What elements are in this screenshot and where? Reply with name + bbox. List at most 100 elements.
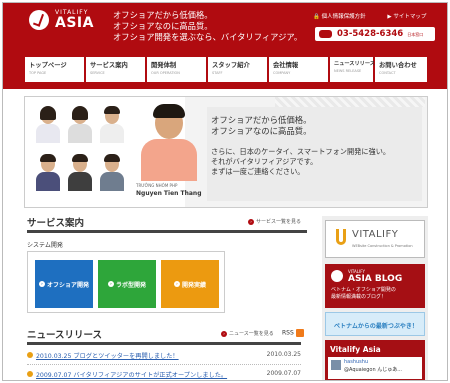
services-list-link[interactable]: › サービス一覧を見る [248, 218, 301, 225]
nav-label: お問い合わせ [379, 62, 417, 69]
hero-body-line: さらに、日本のケータイ、スマートフォン開発に強い。 [211, 147, 391, 156]
nav-label: 開発体制 [151, 62, 177, 69]
offshore-dev-button[interactable]: › オフショア開発 [35, 260, 93, 308]
lab-dev-button[interactable]: › ラボ型開発 [98, 260, 156, 308]
rss-label: RSS [282, 329, 294, 337]
nav-label: スタッフ紹介 [212, 62, 250, 69]
vitalify-banner-title: VITALIFY [352, 229, 399, 240]
page: VITALIFY ASIA オフショアだから低価格。 オフショアなのに高品質。 … [2, 2, 448, 381]
sitemap-link[interactable]: ▶ サイトマップ [387, 14, 436, 20]
phone-note: 日本窓口 [407, 32, 424, 37]
staff-photo [97, 153, 127, 191]
arrow-right-icon: › [38, 281, 45, 287]
staff-photos: TRƯỞNG NHÓM PHP Nguyen Tien Thang [25, 97, 202, 207]
arrow-right-icon: › [107, 281, 114, 287]
header: VITALIFY ASIA オフショアだから低価格。 オフショアなのに高品質。 … [3, 3, 447, 49]
hero-body-line: それがバイタリフィアジアです。 [211, 157, 318, 166]
nav-label: サービス案内 [90, 62, 128, 69]
twitter-widget: Vitalify Asia hashushu @Aquaiegon んじゅあ..… [325, 340, 425, 380]
hero-body: さらに、日本のケータイ、スマートフォン開発に強い。 それがバイタリフィアジアです… [211, 147, 390, 177]
nav-item-news[interactable]: ニュースリリース NEWS RELEASE [330, 57, 375, 82]
bullet-arrow-icon [27, 371, 33, 377]
lab-dev-label: ラボ型開発 [115, 281, 146, 289]
blog-banner-desc: ベトナム・オフショア開発の 最新情報満載のブログ！ [331, 287, 396, 301]
nav-sublabel: SERVICE [90, 71, 105, 75]
news-item: 2010.03.25 ブログとツイッターを再開しました！ 2010.03.25 [27, 347, 301, 365]
asia-blog-banner[interactable]: VITALIFY ASIA BLOG ベトナム・オフショア開発の 最新情報満載の… [325, 264, 425, 308]
phone-box: 03-5428-6346 日本窓口 [315, 27, 435, 41]
avatar[interactable] [331, 360, 341, 370]
tweet-user[interactable]: hashushu [344, 359, 368, 365]
vitalify-banner[interactable]: VITALIFY WEBsite Construction & Promotio… [325, 220, 425, 258]
news-item-link[interactable]: 2010.03.25 ブログとツイッターを再開しました！ [36, 351, 179, 360]
sidebar: VITALIFY WEBsite Construction & Promotio… [322, 216, 428, 380]
nav-label: トップページ [29, 62, 67, 69]
privacy-link[interactable]: 🔒 個人情報保護方針 [313, 14, 376, 20]
services-title: サービス案内 [27, 218, 85, 229]
section-divider [27, 342, 301, 345]
hero-banner: TRƯỞNG NHÓM PHP Nguyen Tien Thang オフショアだ… [24, 96, 428, 208]
nav-sublabel: CONTACT [379, 71, 396, 75]
header-links: 🔒 個人情報保護方針 ▶ サイトマップ [313, 12, 446, 20]
staff-photo [33, 105, 63, 143]
news-item-date: 2009.07.07 [266, 370, 301, 377]
tagline-line: オフショア開発を選ぶなら、バイタリフィアジア。 [113, 32, 303, 42]
offshore-dev-label: オフショア開発 [46, 281, 89, 289]
news-title: ニュースリリース [27, 330, 103, 341]
staff-name: Nguyen Tien Thang [136, 190, 202, 197]
tagline-line: オフショアなのに高品質。 [113, 21, 213, 31]
twitter-banner[interactable]: ベトナムからの最新つぶやき！ [325, 312, 425, 336]
telephone-icon [319, 30, 332, 38]
tagline-line: オフショアだから低価格。 [113, 10, 213, 20]
arrow-right-icon: › [248, 219, 254, 225]
services-box: › オフショア開発 › ラボ型開発 › 開発実績 [27, 251, 225, 313]
nav-item-service[interactable]: サービス案内 SERVICE [86, 57, 145, 82]
hero-lead-line: オフショアなのに高品質。 [211, 126, 312, 136]
section-divider [27, 230, 307, 233]
blog-desc-line: ベトナム・オフショア開発の [331, 287, 396, 293]
system-dev-label: システム開発 [27, 242, 63, 249]
news-item: 2009.07.07 バイタリフィアジアのサイトが正式オープンしました。 200… [27, 366, 301, 380]
arrow-right-icon: › [221, 331, 227, 337]
nav-item-company[interactable]: 会社情報 COMPANY [269, 57, 328, 82]
services-list-link-label: サービス一覧を見る [256, 219, 302, 225]
main-nav: トップページ TOP PAGE サービス案内 SERVICE 開発体制 OUR OPE… [3, 49, 447, 89]
news-list-link[interactable]: › ニュース一覧を見る [221, 330, 274, 337]
rss-link[interactable]: RSS [282, 329, 304, 337]
blog-banner-title: ASIA BLOG [348, 274, 403, 284]
dev-results-label: 開発実績 [181, 281, 206, 289]
nav-label: 会社情報 [273, 62, 299, 69]
blog-logo-icon [331, 270, 343, 282]
staff-photo [65, 153, 95, 191]
vitalify-u-logo-icon [336, 229, 346, 245]
news-item-date: 2010.03.25 [266, 351, 301, 358]
bullet-arrow-icon [27, 352, 33, 358]
twitter-widget-title: Vitalify Asia [330, 345, 381, 354]
news-item-link[interactable]: 2009.07.07 バイタリフィアジアのサイトが正式オープンしました。 [36, 370, 227, 379]
hero-lead-line: オフショアだから低価格。 [211, 115, 312, 125]
phone-number: 03-5428-6346 [337, 29, 404, 39]
vitalify-logo-icon[interactable] [29, 10, 49, 30]
nav-item-staff[interactable]: スタッフ紹介 STAFF [208, 57, 267, 82]
staff-photo [33, 153, 63, 191]
hero-lead: オフショアだから低価格。 オフショアなのに高品質。 [211, 115, 312, 137]
blog-desc-line: 最新情報満載のブログ！ [331, 294, 387, 300]
nav-sublabel: COMPANY [273, 71, 291, 75]
hero-body-line: まずは一度ご連絡ください。 [211, 167, 305, 176]
staff-photo [65, 105, 95, 143]
rss-icon [295, 329, 304, 337]
dev-results-button[interactable]: › 開発実績 [161, 260, 219, 308]
logo-main-text[interactable]: ASIA [55, 15, 94, 31]
arrow-right-icon: › [173, 281, 180, 287]
nav-sublabel: TOP PAGE [29, 71, 47, 75]
hero-message: オフショアだから低価格。 オフショアなのに高品質。 さらに、日本のケータイ、スマ… [207, 107, 422, 201]
nav-item-contact[interactable]: お問い合わせ CONTACT [375, 57, 427, 82]
sitemap-link-label: サイトマップ [393, 14, 427, 20]
header-tagline: オフショアだから低価格。 オフショアなのに高品質。 オフショア開発を選ぶなら、バ… [113, 10, 302, 43]
tweet: hashushu @Aquaiegon んじゅあ... [328, 357, 422, 379]
hero-stripe [275, 97, 425, 107]
nav-item-operation[interactable]: 開発体制 OUR OPERATION [147, 57, 206, 82]
nav-item-top[interactable]: トップページ TOP PAGE [25, 57, 84, 82]
nav-sublabel: NEWS RELEASE [334, 69, 362, 73]
privacy-link-label: 個人情報保護方針 [321, 14, 366, 20]
